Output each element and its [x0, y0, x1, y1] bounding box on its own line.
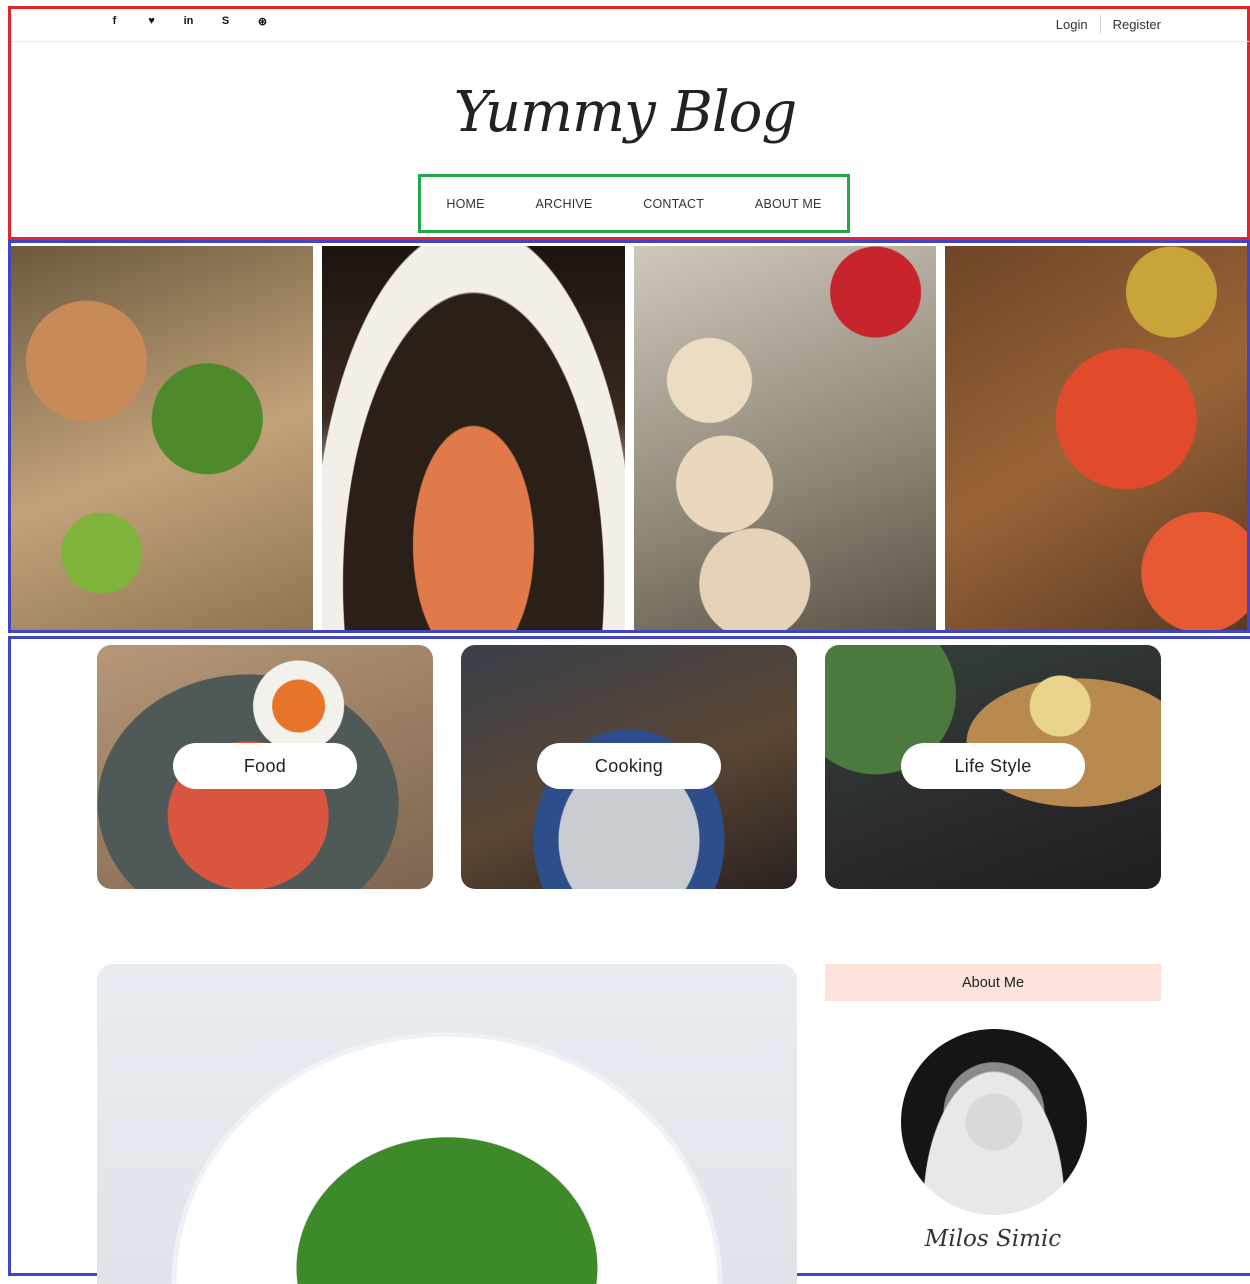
- category-card-life-style[interactable]: Life Style: [825, 645, 1161, 889]
- nav-home[interactable]: HOME: [446, 197, 484, 211]
- top-bar: f ♥ in S ⊛ Login Register: [11, 9, 1249, 42]
- author-avatar: [901, 1029, 1087, 1215]
- auth-links: Login Register: [1056, 15, 1161, 33]
- category-label[interactable]: Life Style: [901, 743, 1085, 789]
- site-logo[interactable]: Yummy Blog: [0, 80, 1250, 145]
- hero-photo-bruschetta[interactable]: [944, 246, 1247, 630]
- author-name: Milos Simic: [924, 1226, 1062, 1252]
- hero-photo-parfait[interactable]: [633, 246, 936, 630]
- skype-icon[interactable]: S: [207, 15, 244, 28]
- hero-gallery: [11, 246, 1247, 630]
- main-nav: HOME ARCHIVE CONTACT ABOUT ME: [421, 177, 847, 230]
- category-label[interactable]: Cooking: [537, 743, 721, 789]
- dribbble-icon[interactable]: ⊛: [244, 15, 281, 28]
- facebook-icon[interactable]: f: [96, 15, 133, 28]
- featured-post-image[interactable]: [97, 964, 797, 1284]
- nav-about-me[interactable]: ABOUT ME: [755, 197, 822, 211]
- nav-contact[interactable]: CONTACT: [643, 197, 704, 211]
- nav-archive[interactable]: ARCHIVE: [535, 197, 592, 211]
- sidebar-title: About Me: [825, 964, 1161, 1001]
- hero-photo-salmon[interactable]: [322, 246, 625, 630]
- social-links: f ♥ in S ⊛: [96, 15, 281, 28]
- hero-photo-tacos[interactable]: [11, 246, 314, 630]
- login-link[interactable]: Login: [1056, 17, 1088, 32]
- register-link[interactable]: Register: [1113, 17, 1161, 32]
- linkedin-icon[interactable]: in: [170, 15, 207, 28]
- category-card-cooking[interactable]: Cooking: [461, 645, 797, 889]
- category-card-food[interactable]: Food: [97, 645, 433, 889]
- auth-divider: [1099, 15, 1101, 33]
- category-label[interactable]: Food: [173, 743, 357, 789]
- category-cards: Food Cooking Life Style: [97, 645, 1161, 889]
- twitter-icon[interactable]: ♥: [133, 15, 170, 28]
